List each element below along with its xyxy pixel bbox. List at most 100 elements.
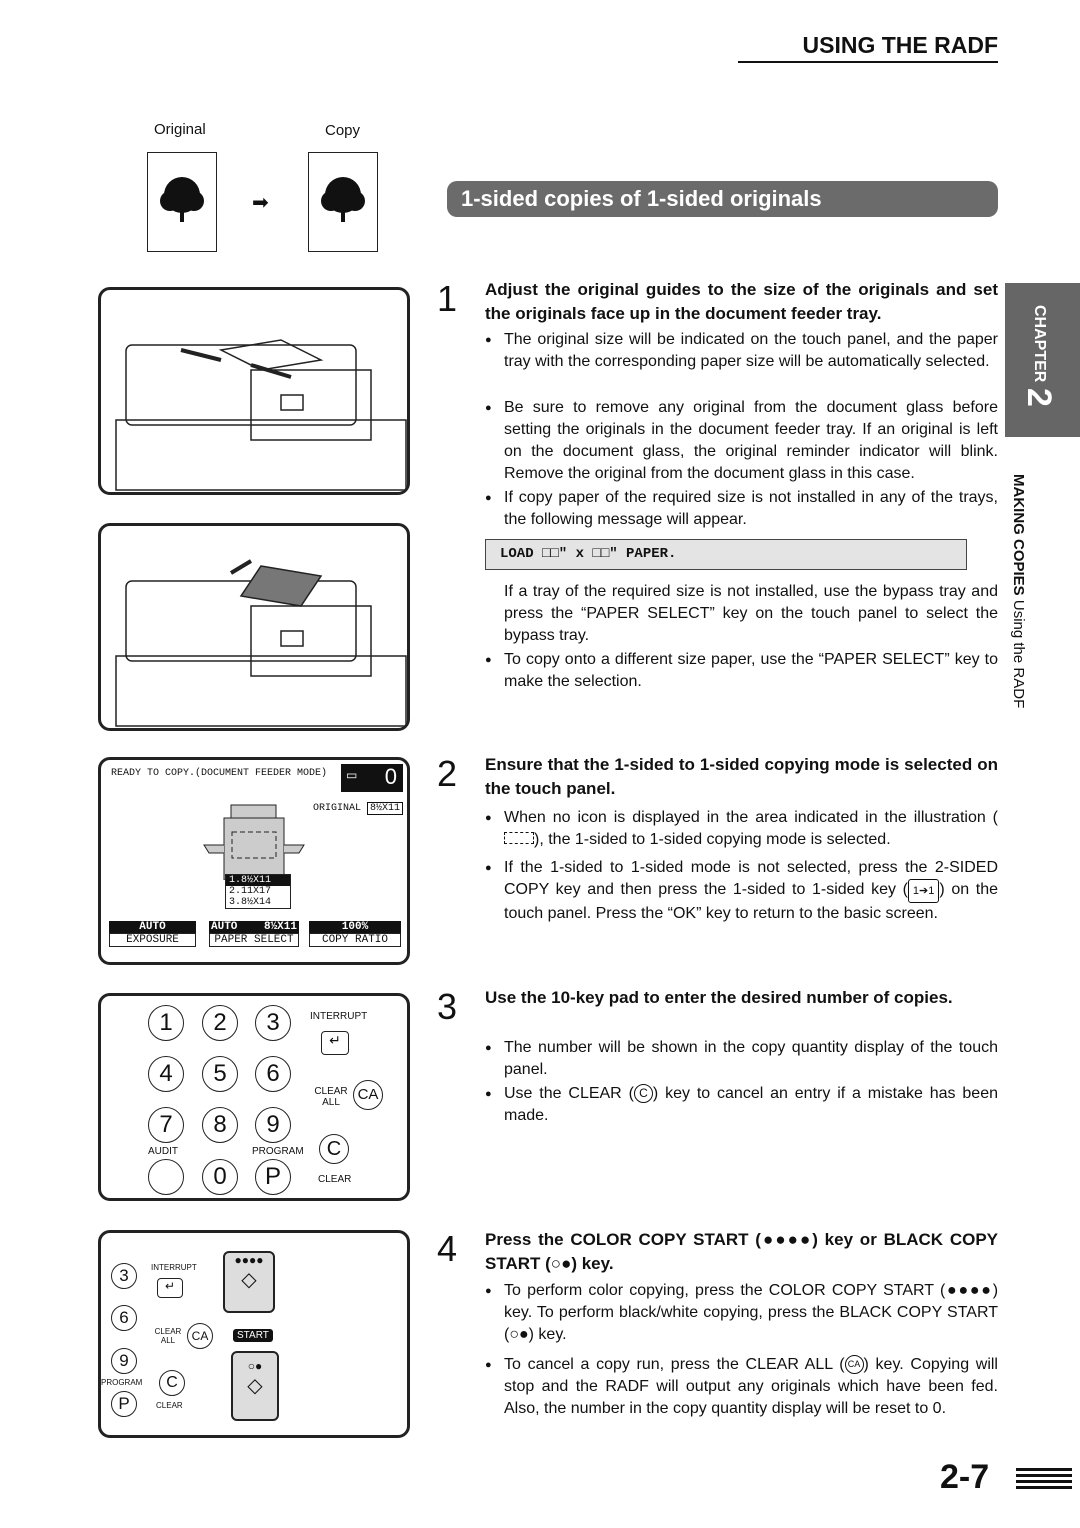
chapter-label: CHAPTER — [1031, 305, 1048, 383]
start-diamond-icon: ◇ — [241, 1269, 257, 1291]
arrow-right-icon: ➡ — [252, 192, 269, 214]
original-label: Original — [154, 121, 206, 138]
audit-label: AUDIT — [148, 1146, 178, 1157]
clear-key[interactable]: C — [159, 1370, 185, 1396]
original-page-illustration — [147, 152, 217, 252]
key-3[interactable]: 3 — [111, 1263, 137, 1289]
key-9[interactable]: 9 — [255, 1107, 291, 1143]
one-sided-to-one-sided-key-icon: 1➔1 — [907, 879, 940, 903]
key-2[interactable]: 2 — [202, 1005, 238, 1041]
bullet: To copy onto a different size paper, use… — [485, 649, 998, 693]
interrupt-key[interactable]: ↵ — [321, 1031, 349, 1055]
exposure-label: EXPOSURE — [109, 933, 196, 947]
paper-select-label: PAPER SELECT — [209, 933, 299, 947]
tray-3[interactable]: 3.8½X14 — [226, 897, 290, 908]
key-6[interactable]: 6 — [255, 1056, 291, 1092]
clear-all-label: CLEAR ALL — [314, 1086, 348, 1108]
bullet: To perform color copying, press the COLO… — [485, 1280, 998, 1346]
black-start-icon: ○● — [550, 1254, 572, 1273]
exposure-button[interactable]: AUTO EXPOSURE — [109, 921, 196, 947]
tray-1[interactable]: 1.8½X11 — [226, 875, 290, 886]
load-paper-message: LOAD □□" x □□" PAPER. — [485, 539, 967, 570]
step-heading: Press the COLOR COPY START (●●●●) key or… — [485, 1228, 998, 1276]
section-bold-label: MAKING COPIES — [1010, 474, 1027, 596]
step-number: 2 — [437, 753, 458, 794]
step-heading: Use the 10-key pad to enter the desired … — [485, 988, 953, 1007]
keypad-illustration: 1 2 3 4 5 6 7 8 9 0 P AUDIT PROGRAM INTE… — [98, 993, 410, 1201]
audit-key[interactable] — [148, 1159, 184, 1195]
text: When no icon is displayed in the area in… — [504, 809, 998, 826]
key-p[interactable]: P — [255, 1159, 291, 1195]
copier-feeder-illustration — [98, 287, 410, 495]
text: Use the CLEAR ( — [504, 1085, 634, 1102]
original-label: ORIGINAL — [313, 803, 362, 814]
key-4[interactable]: 4 — [148, 1056, 184, 1092]
black-start-icon: ○● — [509, 1326, 529, 1343]
interrupt-label: INTERRUPT — [151, 1263, 197, 1272]
step-heading: Ensure that the 1-sided to 1-sided copyi… — [485, 755, 998, 798]
step-heading: Adjust the original guides to the size o… — [485, 280, 998, 323]
program-label: PROGRAM — [101, 1378, 143, 1387]
blank-area-icon — [504, 832, 534, 844]
clear-all-key[interactable]: CA — [353, 1080, 383, 1110]
paper-auto: AUTO — [211, 921, 238, 933]
chapter-number: 2 — [1020, 388, 1058, 407]
key-7[interactable]: 7 — [148, 1107, 184, 1143]
black-copy-start-button[interactable]: ○● ◇ — [231, 1351, 279, 1421]
copy-page-illustration — [308, 152, 378, 252]
bullet: To cancel a copy run, press the CLEAR AL… — [485, 1354, 998, 1420]
clear-label: CLEAR — [156, 1401, 183, 1410]
key-1[interactable]: 1 — [148, 1005, 184, 1041]
interrupt-key[interactable]: ↵ — [157, 1278, 183, 1298]
note: If a tray of the required size is not in… — [504, 583, 998, 644]
clear-label: CLEAR — [318, 1174, 352, 1185]
copy-count: 0 — [384, 764, 397, 789]
touch-panel-illustration: READY TO COPY.(DOCUMENT FEEDER MODE) ▭ 0 … — [98, 757, 410, 965]
ratio-value: 100% — [309, 921, 401, 933]
clear-all-label: CLEAR ALL — [154, 1327, 182, 1345]
step-number: 4 — [437, 1228, 458, 1269]
key-p[interactable]: P — [111, 1391, 137, 1417]
copier-original-placement-illustration — [98, 523, 410, 731]
tray-2[interactable]: 2.11X17 — [226, 886, 290, 897]
original-size: 8½X11 — [367, 802, 404, 815]
key-5[interactable]: 5 — [202, 1056, 238, 1092]
text: ), the 1-sided to 1-sided copying mode i… — [534, 831, 891, 848]
program-label: PROGRAM — [252, 1146, 304, 1157]
key-3[interactable]: 3 — [255, 1005, 291, 1041]
key-8[interactable]: 8 — [202, 1107, 238, 1143]
copier-icon — [203, 804, 305, 880]
copy-ratio-button[interactable]: 100% COPY RATIO — [309, 921, 401, 947]
page-number: 2-7 — [940, 1458, 990, 1496]
start-label: START — [233, 1329, 273, 1342]
bullet: When no icon is displayed in the area in… — [485, 807, 998, 851]
copies-icon: ▭ — [346, 768, 358, 782]
copy-label: Copy — [325, 122, 361, 139]
text: To cancel a copy run, press the CLEAR AL… — [504, 1356, 845, 1373]
clear-key-icon: C — [633, 1084, 653, 1104]
bullet: The number will be shown in the copy qua… — [485, 1037, 998, 1081]
clear-all-key[interactable]: CA — [187, 1323, 213, 1349]
text: ) key. — [528, 1326, 567, 1343]
key-0[interactable]: 0 — [202, 1159, 238, 1195]
clear-key[interactable]: C — [319, 1134, 349, 1164]
bullet: The original size will be indicated on t… — [485, 329, 998, 373]
section-header: USING THE RADF — [738, 32, 998, 63]
clear-all-key-icon: CA — [844, 1355, 864, 1375]
bullet: If copy paper of the required size is no… — [485, 487, 998, 531]
copy-count-display: ▭ 0 — [341, 764, 403, 792]
color-copy-start-button[interactable]: ●●●● ◇ — [223, 1251, 275, 1313]
paper-select-button[interactable]: AUTO 8½X11 PAPER SELECT — [209, 921, 299, 947]
color-start-icon: ●●●● — [760, 1230, 813, 1249]
step-number: 3 — [437, 986, 458, 1027]
start-diamond-icon: ◇ — [247, 1375, 263, 1397]
text: ) key. — [571, 1254, 614, 1273]
color-start-icon: ●●●● — [945, 1282, 993, 1299]
key-6[interactable]: 6 — [111, 1305, 137, 1331]
status-message: READY TO COPY.(DOCUMENT FEEDER MODE) — [111, 768, 328, 779]
text: Press the COLOR COPY START ( — [485, 1230, 761, 1249]
bullet: Be sure to remove any original from the … — [485, 397, 998, 485]
key-9[interactable]: 9 — [111, 1348, 137, 1374]
copy-ratio-label: COPY RATIO — [309, 933, 401, 947]
exposure-value: AUTO — [109, 921, 196, 933]
